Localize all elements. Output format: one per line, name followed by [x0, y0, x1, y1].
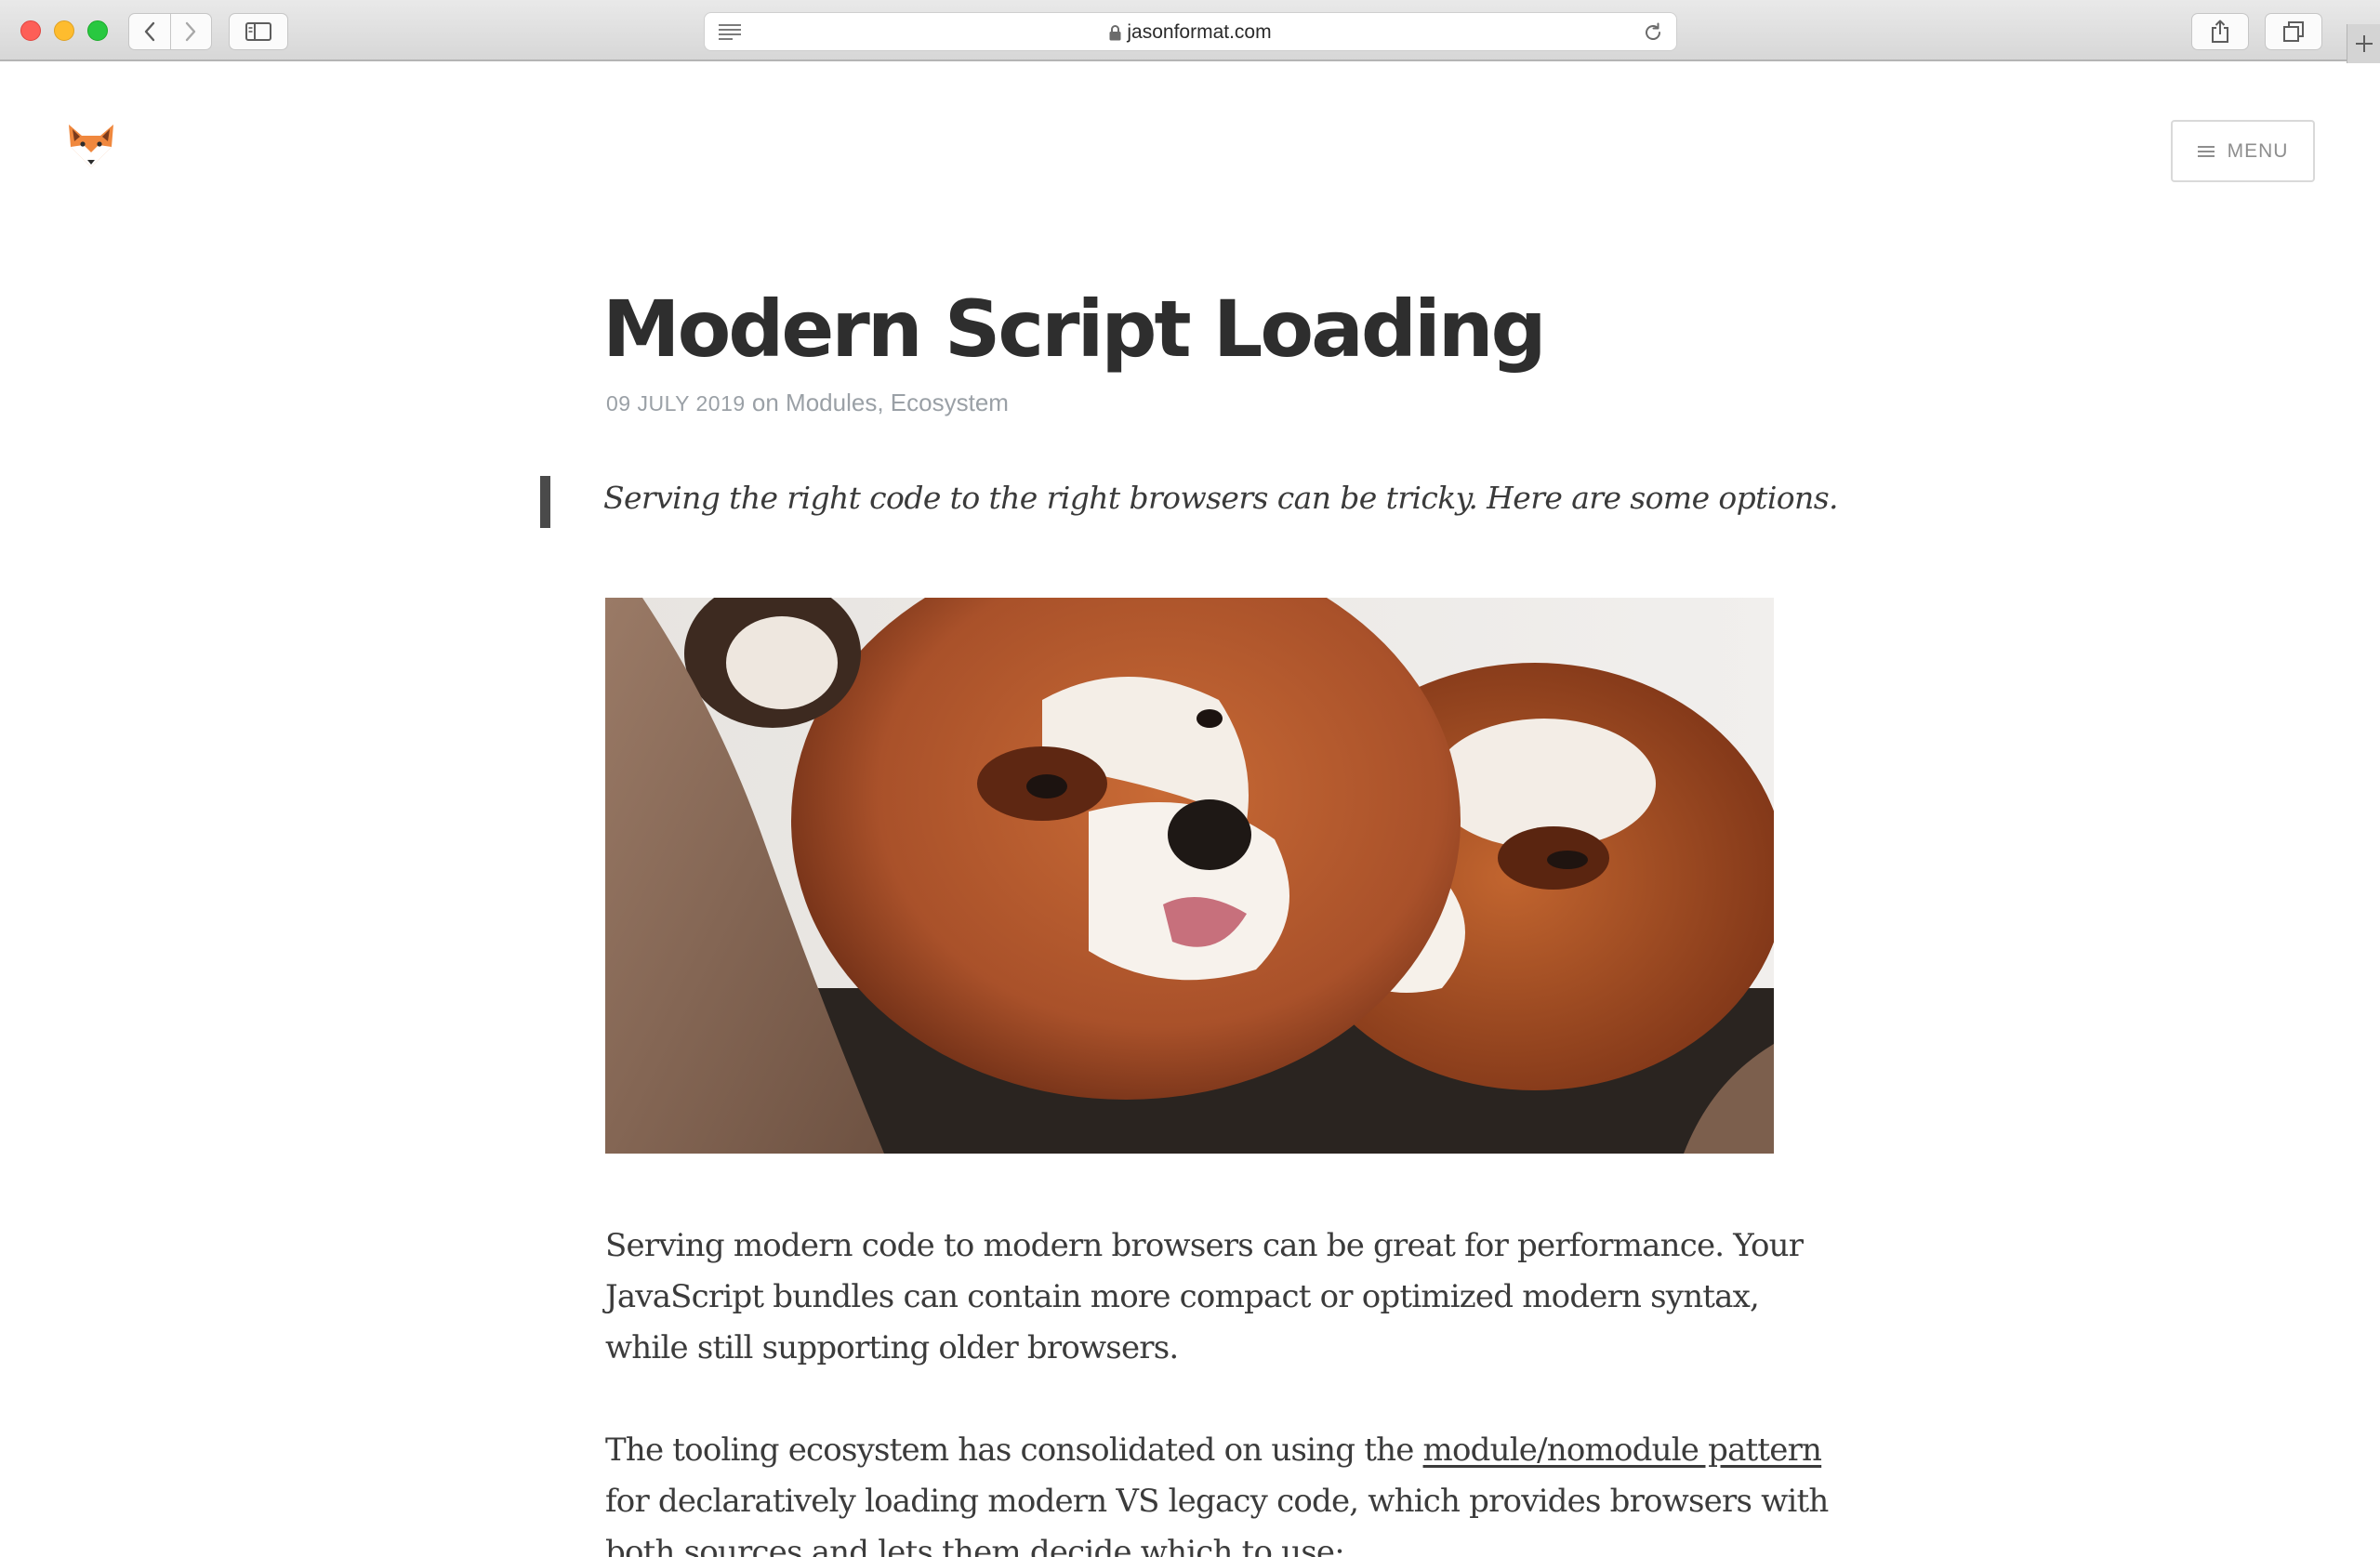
- post-meta-on: on: [751, 389, 779, 416]
- window-zoom-button[interactable]: [87, 20, 108, 41]
- paragraph-line: JavaScript bundles can contain more comp…: [605, 1278, 1760, 1315]
- window-minimize-button[interactable]: [54, 20, 74, 41]
- sidebar-button[interactable]: [229, 13, 288, 50]
- lock-icon: [1109, 25, 1121, 41]
- plus-icon: [2355, 35, 2373, 52]
- post-title: Modern Script Loading: [602, 284, 1547, 375]
- chevron-right-icon: [186, 21, 196, 42]
- new-tab-button[interactable]: [2347, 24, 2380, 63]
- url-display: jasonformat.com: [705, 13, 1676, 52]
- url-text: jasonformat.com: [1127, 21, 1272, 43]
- paragraph-text: The tooling ecosystem has consolidated o…: [605, 1432, 1423, 1469]
- share-icon: [2212, 20, 2228, 43]
- post-meta: 09 JULY 2019 on Modules, Ecosystem: [606, 389, 1009, 417]
- fox-logo-icon[interactable]: [63, 119, 119, 175]
- reload-icon[interactable]: [1643, 22, 1663, 43]
- post-date: 09 JULY 2019: [606, 391, 746, 416]
- browser-toolbar: jasonformat.com: [0, 0, 2380, 61]
- menu-button[interactable]: MENU: [2171, 120, 2315, 182]
- body-paragraph-1: Serving modern code to modern browsers c…: [605, 1221, 1804, 1374]
- body-paragraph-2: The tooling ecosystem has consolidated o…: [605, 1425, 1829, 1557]
- tag-link-modules[interactable]: Modules: [786, 389, 877, 416]
- paragraph-line: both sources and lets them decide which …: [605, 1534, 1345, 1557]
- paragraph-line: Serving modern code to modern browsers c…: [605, 1227, 1804, 1264]
- forward-button[interactable]: [169, 14, 212, 49]
- tabs-overview-button[interactable]: [2265, 13, 2322, 50]
- paragraph-line: while still supporting older browsers.: [605, 1329, 1179, 1366]
- excerpt-quote-bar: [540, 476, 550, 528]
- paragraph-line: for declaratively loading modern VS lega…: [605, 1483, 1829, 1520]
- menu-label: MENU: [2227, 139, 2289, 162]
- tabs-overview-icon: [2283, 21, 2304, 42]
- tag-link-ecosystem[interactable]: Ecosystem: [891, 389, 1009, 416]
- module-nomodule-pattern-link[interactable]: module/nomodule pattern: [1423, 1432, 1822, 1469]
- share-button[interactable]: [2191, 13, 2249, 50]
- tag-separator: ,: [877, 389, 884, 416]
- red-pandas-photo: [605, 598, 1774, 1154]
- hamburger-icon: [2197, 143, 2215, 160]
- post-excerpt: Serving the right code to the right brow…: [603, 480, 1839, 516]
- history-nav: [128, 13, 212, 50]
- paragraph-line: The tooling ecosystem has consolidated o…: [605, 1425, 1822, 1476]
- sidebar-icon: [245, 22, 271, 41]
- chevron-left-icon: [144, 21, 154, 42]
- hero-image: [605, 598, 1774, 1154]
- address-bar[interactable]: jasonformat.com: [704, 12, 1677, 51]
- window-close-button[interactable]: [20, 20, 41, 41]
- back-button[interactable]: [129, 14, 170, 49]
